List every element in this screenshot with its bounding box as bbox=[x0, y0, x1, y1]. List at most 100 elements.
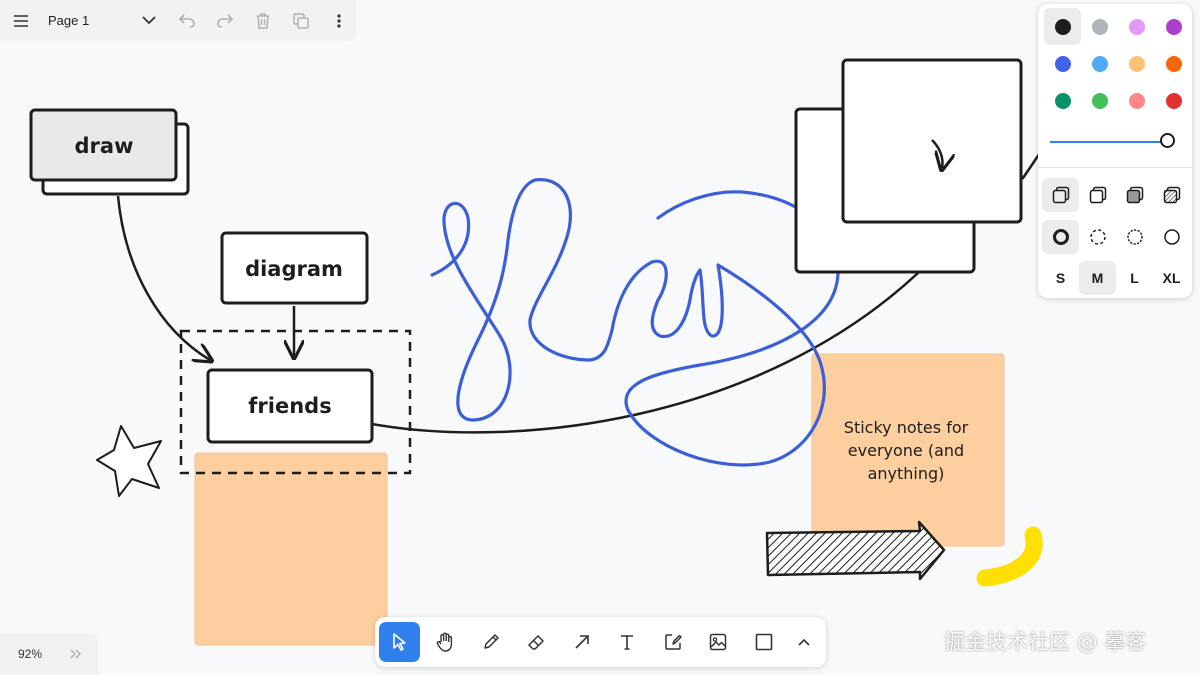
color-swatch-4[interactable] bbox=[1155, 8, 1192, 45]
color-dot bbox=[1128, 55, 1145, 72]
color-dot bbox=[1091, 92, 1108, 109]
dash-solid-option[interactable] bbox=[1153, 220, 1190, 254]
watermark: 掘金技术社区 @ 摹客 bbox=[944, 630, 1147, 654]
size-s-option[interactable]: S bbox=[1042, 261, 1079, 295]
size-l-option[interactable]: L bbox=[1116, 261, 1153, 295]
rectangle-tool-button[interactable] bbox=[743, 622, 784, 662]
color-dot bbox=[1128, 92, 1145, 109]
hamburger-icon bbox=[14, 14, 28, 27]
eraser-icon bbox=[528, 635, 544, 650]
color-swatch-5[interactable] bbox=[1044, 45, 1081, 82]
redo-button[interactable] bbox=[214, 10, 236, 32]
sticky-note-icon bbox=[664, 634, 682, 650]
zoom-level[interactable]: 92% bbox=[18, 647, 70, 661]
sticky-note-line-1: Sticky notes for bbox=[844, 418, 969, 437]
image-icon bbox=[709, 633, 727, 651]
color-swatch-3[interactable] bbox=[1118, 8, 1155, 45]
color-dot bbox=[1054, 55, 1071, 72]
tool-bar bbox=[375, 617, 826, 667]
page-dropdown-button[interactable] bbox=[138, 10, 160, 32]
main-menu-button[interactable] bbox=[10, 10, 32, 32]
arrow-up-right-icon bbox=[574, 635, 589, 649]
dash-dotted-icon bbox=[1126, 229, 1143, 245]
color-dot bbox=[1165, 55, 1182, 72]
arrow-tool-button[interactable] bbox=[561, 622, 602, 662]
color-swatch-1[interactable] bbox=[1044, 8, 1081, 45]
fill-none-option[interactable] bbox=[1042, 178, 1079, 212]
color-swatch-2[interactable] bbox=[1081, 8, 1118, 45]
more-actions-button[interactable] bbox=[328, 10, 350, 32]
diagram-shape-label: diagram bbox=[245, 257, 343, 281]
freehand-scribble[interactable] bbox=[430, 178, 840, 467]
duplicate-icon bbox=[293, 12, 309, 29]
draw-tool-button[interactable] bbox=[470, 622, 511, 662]
dash-draw-icon bbox=[1052, 229, 1069, 245]
text-icon bbox=[621, 635, 633, 650]
dash-dashed-option[interactable] bbox=[1079, 220, 1116, 254]
redo-icon bbox=[217, 13, 233, 28]
eraser-tool-button[interactable] bbox=[516, 622, 557, 662]
hand-tool-button[interactable] bbox=[425, 622, 466, 662]
page-name[interactable]: Page 1 bbox=[48, 13, 148, 28]
dash-dotted-option[interactable] bbox=[1116, 220, 1153, 254]
diagram-shape[interactable]: diagram bbox=[220, 231, 369, 305]
chevron-up-icon bbox=[797, 638, 810, 646]
sticky-note-text[interactable]: Sticky notes for everyone (and anything) bbox=[811, 353, 1005, 547]
undo-button[interactable] bbox=[176, 10, 198, 32]
color-swatch-6[interactable] bbox=[1081, 45, 1118, 82]
more-tools-button[interactable] bbox=[789, 622, 819, 662]
opacity-slider-thumb[interactable] bbox=[1160, 133, 1175, 148]
image-tool-button[interactable] bbox=[698, 622, 739, 662]
zoom-control: 92% bbox=[0, 633, 98, 675]
fill-pattern-option[interactable] bbox=[1153, 178, 1190, 212]
fill-semi-option[interactable] bbox=[1079, 178, 1116, 212]
color-picker bbox=[1044, 8, 1192, 119]
draw-shape-label: draw bbox=[75, 134, 134, 158]
duplicate-button[interactable] bbox=[290, 10, 312, 32]
dash-draw-option[interactable] bbox=[1042, 220, 1079, 254]
text-tool-button[interactable] bbox=[607, 622, 648, 662]
chevron-down-icon bbox=[142, 16, 156, 25]
fill-pattern-icon bbox=[1163, 186, 1180, 204]
size-xl-option[interactable]: XL bbox=[1153, 261, 1190, 295]
color-dot bbox=[1128, 18, 1145, 35]
undo-icon bbox=[179, 13, 195, 28]
friends-shape-label: friends bbox=[248, 394, 331, 418]
dash-solid-icon bbox=[1163, 229, 1180, 245]
double-chevron-right-icon bbox=[70, 649, 81, 658]
fill-solid-icon bbox=[1126, 186, 1143, 204]
color-swatch-8[interactable] bbox=[1155, 45, 1192, 82]
sticky-note-line-2: everyone (and bbox=[848, 441, 964, 460]
delete-button[interactable] bbox=[252, 10, 274, 32]
sticky-note-line-3: anything) bbox=[868, 464, 945, 483]
size-options: S M L XL bbox=[1042, 261, 1190, 295]
color-swatch-12[interactable] bbox=[1155, 82, 1192, 119]
cursor-arrow-icon bbox=[392, 633, 406, 651]
dash-dashed-icon bbox=[1089, 229, 1106, 245]
select-tool-button[interactable] bbox=[379, 622, 420, 662]
color-swatch-10[interactable] bbox=[1081, 82, 1118, 119]
color-swatch-9[interactable] bbox=[1044, 82, 1081, 119]
dash-options bbox=[1042, 220, 1190, 254]
trash-icon bbox=[257, 12, 269, 29]
panel-divider bbox=[1038, 167, 1192, 168]
draw-shape[interactable]: draw bbox=[29, 108, 190, 196]
color-swatch-7[interactable] bbox=[1118, 45, 1155, 82]
more-vertical-icon bbox=[337, 13, 341, 28]
opacity-slider-track[interactable] bbox=[1050, 141, 1168, 143]
color-dot bbox=[1091, 18, 1108, 35]
drawing-canvas[interactable]: Sticky notes for everyone (and anything)… bbox=[0, 0, 1200, 675]
size-m-option[interactable]: M bbox=[1079, 261, 1116, 295]
sticky-note-empty[interactable] bbox=[194, 452, 388, 646]
star-shape[interactable] bbox=[96, 425, 162, 497]
arrow-draw-to-friends[interactable] bbox=[116, 195, 210, 360]
stacked-square-shapes[interactable] bbox=[794, 58, 1023, 274]
note-tool-button[interactable] bbox=[652, 622, 693, 662]
page-menu-bar: Page 1 bbox=[0, 0, 356, 41]
friends-shape[interactable]: friends bbox=[206, 368, 374, 444]
color-dot bbox=[1165, 18, 1182, 35]
fill-solid-option[interactable] bbox=[1116, 178, 1153, 212]
color-dot bbox=[1054, 92, 1071, 109]
color-swatch-11[interactable] bbox=[1118, 82, 1155, 119]
expand-minimap-button[interactable] bbox=[70, 647, 82, 662]
